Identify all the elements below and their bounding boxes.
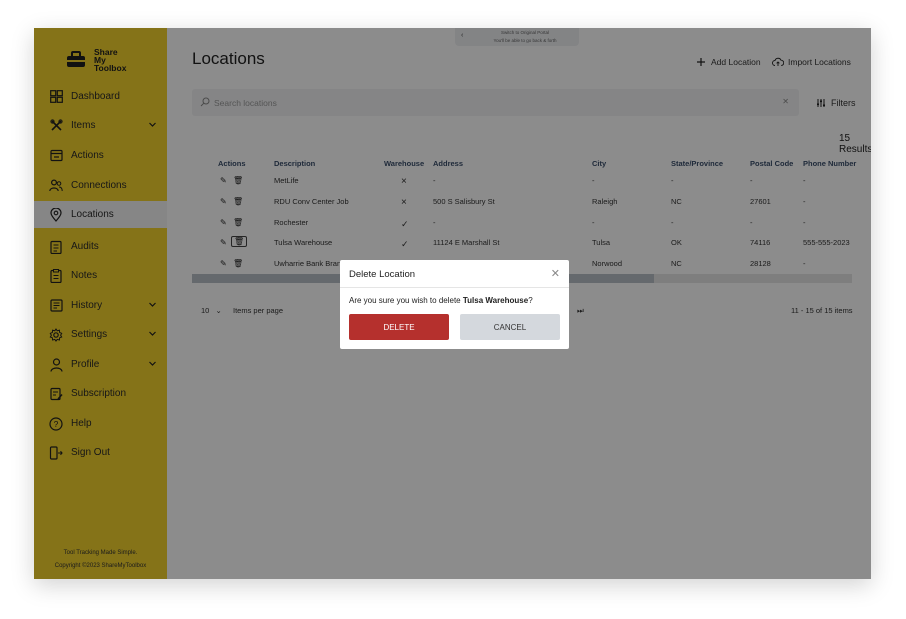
dialog-message: Are you sure you wish to delete Tulsa Wa… [349, 296, 533, 305]
cancel-button[interactable]: CANCEL [460, 314, 560, 340]
dialog-target-name: Tulsa Warehouse [462, 296, 529, 305]
dialog-title: Delete Location [349, 269, 416, 280]
dialog-message-text: Are you sure you wish to delete [349, 296, 463, 305]
delete-button-label: DELETE [383, 322, 415, 332]
cancel-button-label: CANCEL [493, 322, 527, 332]
dialog-divider [340, 287, 569, 288]
delete-button[interactable]: DELETE [349, 314, 449, 340]
delete-location-dialog: Delete Location ✕ Are you sure you wish … [340, 260, 569, 349]
close-icon[interactable]: ✕ [551, 267, 560, 280]
dialog-message-end: ? [528, 296, 533, 305]
app-window: Share My Toolbox Dashboard Items Actions [34, 28, 871, 579]
